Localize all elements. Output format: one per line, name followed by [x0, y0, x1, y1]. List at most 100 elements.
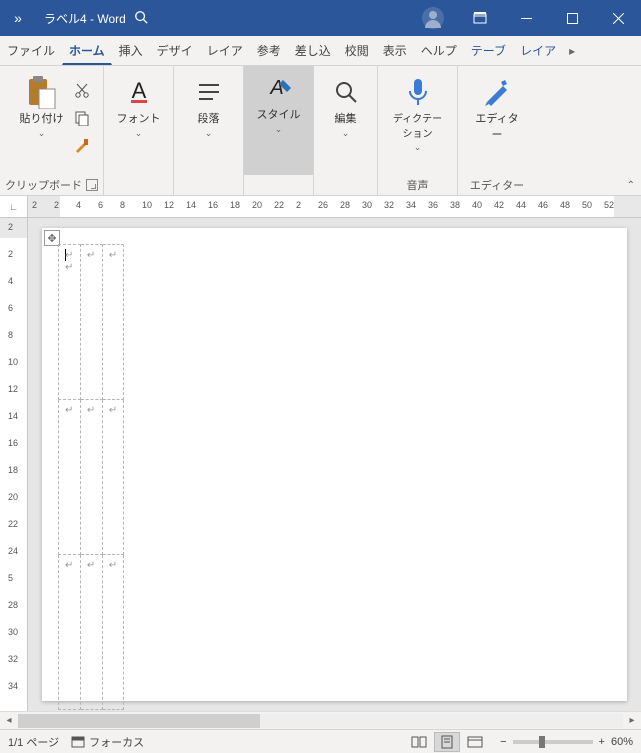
table-cell[interactable] — [59, 245, 81, 400]
copy-icon[interactable] — [74, 110, 90, 131]
web-layout-icon[interactable] — [462, 732, 488, 752]
editor-button[interactable]: エディター — [464, 70, 530, 171]
chevron-down-icon: ⌄ — [38, 128, 46, 139]
paste-icon — [27, 74, 57, 110]
ruler-number: 48 — [560, 200, 570, 210]
collapse-ribbon-icon[interactable]: ⌃ — [627, 180, 635, 191]
label-table[interactable] — [58, 244, 124, 710]
ruler-number: 2 — [32, 200, 37, 210]
microphone-icon — [407, 74, 429, 110]
close-button[interactable] — [595, 0, 641, 36]
dictation-button[interactable]: ディクテーション ⌄ — [384, 70, 451, 171]
ruler-number: 28 — [8, 600, 18, 610]
ruler-number: 4 — [76, 200, 81, 210]
focus-mode-button[interactable]: フォーカス — [71, 734, 144, 750]
tab-home[interactable]: ホーム — [62, 36, 112, 65]
group-clipboard: 貼り付け ⌄ クリップボード — [0, 66, 104, 195]
ruler-number: 6 — [98, 200, 103, 210]
page-indicator[interactable]: 1/1 ページ — [8, 734, 59, 750]
paragraph-label: 段落 — [198, 110, 220, 126]
ruler-number: 2 — [296, 200, 301, 210]
ruler-number: 18 — [230, 200, 240, 210]
ruler-number: 40 — [472, 200, 482, 210]
tab-selector-icon[interactable]: ∟ — [0, 196, 28, 217]
dialog-launcher-icon[interactable] — [86, 179, 98, 191]
clipboard-group-label: クリップボード — [5, 177, 82, 193]
ruler-number: 6 — [8, 303, 13, 313]
tab-help[interactable]: ヘルプ — [414, 36, 464, 65]
table-cell[interactable] — [59, 555, 81, 710]
font-icon: A — [125, 74, 153, 110]
read-mode-icon[interactable] — [406, 732, 432, 752]
tab-table-layout[interactable]: レイア — [513, 36, 563, 65]
table-cell[interactable] — [80, 400, 102, 555]
tab-design[interactable]: デザイ — [150, 36, 200, 65]
tab-layout[interactable]: レイア — [200, 36, 250, 65]
maximize-button[interactable] — [549, 0, 595, 36]
ruler-number: 2 — [8, 222, 13, 232]
tab-file[interactable]: ファイル — [0, 36, 62, 65]
table-cell[interactable] — [102, 555, 123, 710]
font-button[interactable]: A フォント ⌄ — [111, 70, 167, 171]
focus-label: フォーカス — [89, 734, 144, 750]
title-bar: » ラベル4 - Word — [0, 0, 641, 36]
ribbon: 貼り付け ⌄ クリップボード A フォント ⌄ 段落 — [0, 66, 641, 196]
tab-view[interactable]: 表示 — [376, 36, 414, 65]
ruler-number: 30 — [362, 200, 372, 210]
ruler-number: 38 — [450, 200, 460, 210]
tab-table-design[interactable]: テーブ — [464, 36, 513, 65]
table-cell[interactable] — [102, 245, 123, 400]
styles-icon: A — [265, 70, 293, 106]
table-row — [59, 245, 124, 400]
group-paragraph: 段落 ⌄ — [174, 66, 244, 195]
horizontal-scrollbar[interactable]: ◂ ▸ — [0, 711, 641, 729]
zoom-level[interactable]: 60% — [611, 736, 633, 748]
zoom-slider-thumb[interactable] — [539, 736, 545, 748]
ruler-number: 24 — [8, 546, 18, 556]
table-cell[interactable] — [80, 245, 102, 400]
tab-references[interactable]: 参考 — [250, 36, 288, 65]
vertical-ruler[interactable]: 224681012141618202224528303234 — [0, 218, 28, 711]
zoom-slider[interactable] — [513, 740, 593, 744]
table-cell[interactable] — [80, 555, 102, 710]
group-styles: A スタイル ⌄ — [244, 66, 314, 195]
paragraph-button[interactable]: 段落 ⌄ — [185, 70, 233, 171]
minimize-button[interactable] — [503, 0, 549, 36]
group-editor: エディター エディター — [458, 66, 536, 195]
table-cell[interactable] — [59, 400, 81, 555]
ruler-number: 42 — [494, 200, 504, 210]
zoom-out-button[interactable]: − — [500, 736, 506, 748]
group-editing: 編集 ⌄ — [314, 66, 378, 195]
search-icon[interactable] — [126, 10, 156, 27]
scrollbar-thumb[interactable] — [18, 714, 260, 728]
ruler-number: 36 — [428, 200, 438, 210]
tab-insert[interactable]: 挿入 — [112, 36, 150, 65]
account-icon[interactable] — [409, 6, 457, 30]
scroll-right-icon[interactable]: ▸ — [623, 715, 641, 726]
zoom-in-button[interactable]: + — [599, 736, 605, 748]
styles-button[interactable]: A スタイル ⌄ — [244, 66, 313, 175]
ruler-number: 18 — [8, 465, 18, 475]
horizontal-ruler[interactable]: ∟ 22468101214161820222262830323436384042… — [0, 196, 641, 218]
editor-icon — [483, 74, 511, 110]
table-cell[interactable] — [102, 400, 123, 555]
tab-overflow-icon[interactable]: ▸ — [563, 36, 581, 65]
tab-mailings[interactable]: 差し込 — [288, 36, 338, 65]
ruler-number: 46 — [538, 200, 548, 210]
editing-button[interactable]: 編集 ⌄ — [322, 70, 370, 171]
ribbon-display-options-icon[interactable] — [457, 0, 503, 36]
scroll-left-icon[interactable]: ◂ — [0, 715, 18, 726]
tab-review[interactable]: 校閲 — [338, 36, 376, 65]
quick-access-overflow-icon[interactable]: » — [0, 10, 36, 26]
paragraph-icon — [196, 74, 222, 110]
format-painter-icon[interactable] — [74, 137, 90, 158]
styles-label: スタイル — [257, 106, 301, 122]
ruler-number: 2 — [8, 249, 13, 259]
cut-icon[interactable] — [74, 83, 90, 104]
paste-button[interactable]: 貼り付け ⌄ — [14, 70, 70, 171]
ruler-number: 28 — [340, 200, 350, 210]
ruler-number: 16 — [8, 438, 18, 448]
print-layout-icon[interactable] — [434, 732, 460, 752]
scrollbar-track[interactable] — [18, 714, 623, 728]
document-area[interactable]: ✥ — [28, 218, 641, 711]
